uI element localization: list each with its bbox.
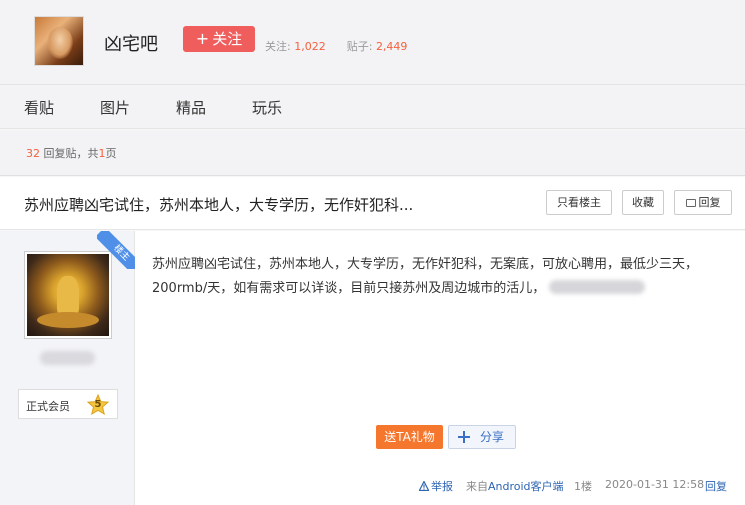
forum-name[interactable]: 凶宅吧 <box>104 30 158 56</box>
post-count: 2,449 <box>375 40 408 53</box>
thread-title: 苏州应聘凶宅试住，苏州本地人，大专学历，无作奸犯科... <box>24 196 414 214</box>
reply-label: 回复贴，共 <box>43 147 99 160</box>
share-button[interactable]: 分享 <box>448 425 516 449</box>
author-column: 正式会员 5 <box>0 231 135 505</box>
follow-button[interactable]: + 关注 <box>183 26 255 52</box>
page-count: 1 <box>98 147 106 160</box>
content-blurred <box>549 280 646 294</box>
reply-count: 32 <box>26 147 40 160</box>
member-label: 正式会员 <box>26 400 70 413</box>
share-label: 分享 <box>480 430 505 444</box>
forum-stats: 关注: 1,022 贴子: 2,449 <box>265 38 407 54</box>
follow-label: 关注 <box>212 30 243 48</box>
plus-icon: + <box>195 29 210 48</box>
source-prefix: 来自 <box>466 480 488 493</box>
favorite-button[interactable]: 收藏 <box>622 190 664 215</box>
report-link[interactable]: 举报 <box>419 478 453 494</box>
nav-tab-featured[interactable]: 精品 <box>176 97 206 118</box>
post-content: 苏州应聘凶宅试住，苏州本地人，大专学历，无作奸犯科，无案底，可放心聘用，最低少三… <box>152 253 727 301</box>
reply-top-label: 回复 <box>698 196 721 209</box>
reply-top-button[interactable]: 回复 <box>674 190 732 215</box>
member-badge[interactable]: 正式会员 5 <box>18 389 118 419</box>
page-label: 页 <box>105 147 117 160</box>
follow-count-label: 关注: <box>265 40 291 53</box>
nav-tab-posts[interactable]: 看贴 <box>24 97 54 118</box>
forum-nav: 看贴 图片 精品 玩乐 <box>0 85 745 129</box>
nav-tab-images[interactable]: 图片 <box>100 97 130 118</box>
forum-avatar[interactable] <box>34 16 84 66</box>
post-datetime: 2020-01-31 12:58 <box>605 478 705 491</box>
source-client-link[interactable]: Android客户端 <box>488 480 564 493</box>
post-footer: 举报 来自Android客户端 1楼 2020-01-31 12:58 回复 <box>0 478 745 496</box>
floor-number: 1楼 <box>574 480 592 493</box>
reply-link[interactable]: 回复 <box>705 478 727 494</box>
op-ribbon-label: 楼主 <box>97 231 135 269</box>
author-username-blurred[interactable] <box>40 351 95 365</box>
warning-icon <box>419 481 429 491</box>
thread-title-bar: 苏州应聘凶宅试住，苏州本地人，大专学历，无作奸犯科... 只看楼主 收藏 回复 <box>0 177 745 230</box>
follow-count: 1,022 <box>294 40 326 53</box>
reply-summary-text: 32 回复贴，共1页 <box>26 145 117 161</box>
only-op-button[interactable]: 只看楼主 <box>546 190 612 215</box>
report-label: 举报 <box>431 480 453 493</box>
comment-icon <box>685 199 696 207</box>
level-star-icon: 5 <box>86 393 110 416</box>
post: 正式会员 5 苏州应聘凶宅试住，苏州本地人，大专学历，无作奸犯科，无案底，可放心… <box>0 231 745 505</box>
nav-tab-fun[interactable]: 玩乐 <box>252 97 282 118</box>
post-source: 来自Android客户端 <box>466 478 564 494</box>
send-gift-button[interactable]: 送TA礼物 <box>376 425 443 449</box>
op-ribbon: 楼主 <box>97 231 135 269</box>
share-plus-icon <box>458 431 470 443</box>
post-count-label: 贴子: <box>346 40 373 53</box>
member-level: 5 <box>94 399 102 410</box>
reply-summary: 32 回复贴，共1页 <box>0 130 745 176</box>
forum-header: 凶宅吧 + 关注 关注: 1,022 贴子: 2,449 <box>0 0 745 85</box>
